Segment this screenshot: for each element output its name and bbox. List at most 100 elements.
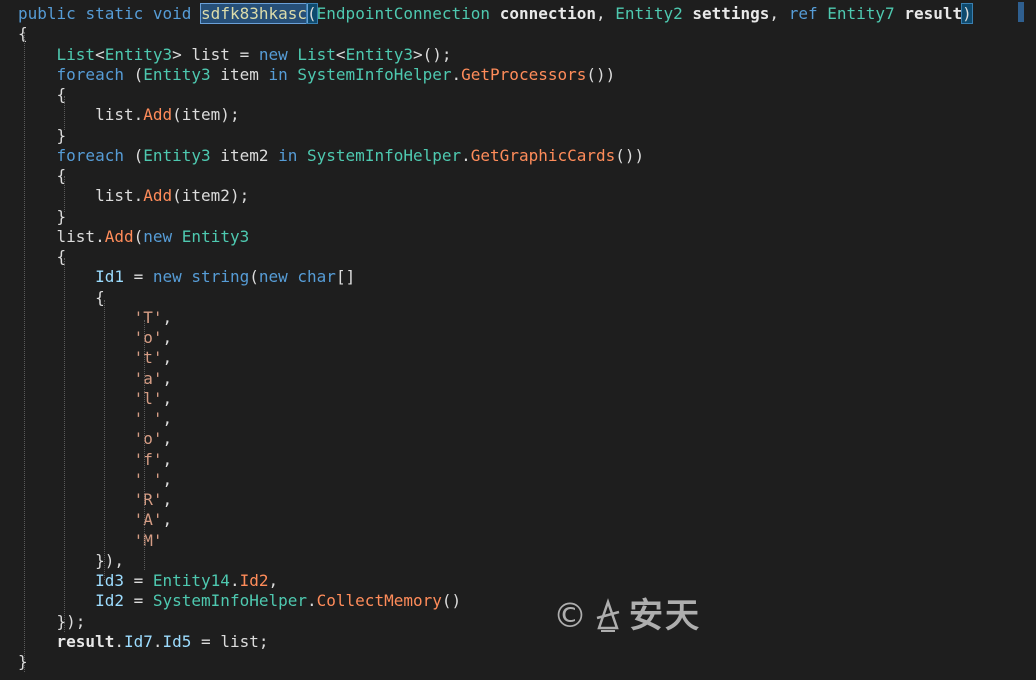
code-line[interactable]: 'A', (18, 509, 173, 531)
code-token: Entity3 (104, 44, 173, 64)
code-token: . (114, 631, 124, 651)
code-token: Entity2 (615, 4, 683, 23)
code-token: = (123, 571, 153, 590)
code-line[interactable]: } (18, 651, 28, 673)
code-token: 'l' (133, 388, 163, 408)
code-token: , (162, 307, 173, 327)
code-token: , (162, 510, 173, 530)
code-token: }), (18, 550, 124, 570)
code-line[interactable]: ' ', (18, 469, 173, 491)
code-line[interactable]: 'a', (18, 368, 173, 390)
code-token: . (307, 591, 317, 611)
antiy-watermark: © 安天 (553, 598, 701, 634)
code-token: SystemInfoHelper (307, 145, 462, 165)
code-line[interactable]: ' ', (18, 408, 173, 430)
code-token: ( (123, 145, 144, 165)
code-token: SystemInfoHelper (297, 64, 452, 84)
code-token: new (143, 226, 173, 246)
code-token: list. (18, 226, 105, 246)
code-token: < (335, 44, 346, 64)
indent-guide (24, 32, 25, 672)
code-line[interactable]: public static void sdfk83hkasc(EndpointC… (18, 3, 973, 25)
code-line[interactable]: result.Id7.Id5 = list; (18, 631, 269, 653)
code-token: 'a' (133, 368, 163, 388)
code-line[interactable]: foreach (Entity3 item2 in SystemInfoHelp… (18, 145, 645, 167)
code-token: Entity7 (827, 4, 895, 23)
code-token: > list = (172, 44, 259, 64)
code-token: Id2 (239, 571, 269, 590)
code-line[interactable]: } (18, 206, 67, 228)
code-token: } (18, 125, 67, 145)
code-line[interactable]: 'R', (18, 489, 173, 511)
code-line[interactable]: 'l', (18, 388, 173, 410)
code-token: ()) (615, 145, 645, 165)
code-editor[interactable]: public static void sdfk83hkasc(EndpointC… (0, 0, 1036, 680)
scrollbar-marker[interactable] (1018, 2, 1024, 22)
code-token: , (596, 4, 616, 23)
code-line[interactable]: 'M' (18, 530, 163, 552)
code-token: ' ' (133, 469, 163, 489)
code-line[interactable]: list.Add(item2); (18, 185, 249, 207)
code-token: , (162, 368, 173, 388)
code-line[interactable]: { (18, 23, 28, 45)
code-line[interactable]: 'f', (18, 449, 173, 471)
code-token: in (268, 64, 288, 84)
code-line[interactable]: List<Entity3> list = new List<Entity3>()… (18, 44, 452, 66)
code-token: GetGraphicCards (470, 145, 616, 165)
code-line[interactable]: Id2 = SystemInfoHelper.CollectMemory() (18, 590, 461, 612)
code-line[interactable]: { (18, 84, 67, 106)
code-token: Entity3 (345, 44, 413, 64)
code-token: CollectMemory (316, 591, 442, 611)
code-line[interactable]: }); (18, 611, 86, 633)
indent-guide (64, 176, 65, 212)
code-token: list. (18, 105, 144, 125)
code-token: = (123, 591, 153, 611)
code-token: ref (788, 4, 818, 23)
code-line[interactable]: 'o', (18, 327, 173, 349)
code-line[interactable]: 'T', (18, 307, 173, 329)
code-token: >(); (413, 44, 452, 64)
code-line[interactable]: 't', (18, 347, 173, 369)
code-token: static (85, 4, 144, 23)
code-token: Entity3 (143, 64, 211, 84)
code-token: . (451, 64, 462, 84)
code-line[interactable]: } (18, 125, 67, 147)
code-token: , (162, 490, 173, 509)
code-token: , (162, 409, 173, 428)
code-token: Entity14 (152, 571, 230, 590)
code-line[interactable]: { (18, 165, 67, 187)
code-line[interactable]: Id1 = new string(new char[] (18, 266, 355, 288)
code-token: string (191, 267, 250, 287)
code-token: , (268, 571, 279, 590)
code-token: ( (133, 226, 144, 246)
code-token: new (258, 267, 288, 287)
code-token: , (162, 469, 173, 489)
code-token: , (162, 388, 173, 408)
code-line[interactable]: { (18, 246, 67, 268)
code-line[interactable]: { (18, 287, 105, 309)
code-token: { (18, 85, 67, 104)
code-line[interactable]: Id3 = Entity14.Id2, (18, 570, 278, 592)
code-line[interactable]: }), (18, 550, 124, 572)
code-token: { (18, 287, 105, 307)
code-line[interactable]: list.Add(item); (18, 104, 240, 126)
code-token: Id1 (95, 267, 124, 287)
code-line[interactable]: list.Add(new Entity3 (18, 226, 250, 248)
code-line[interactable]: foreach (Entity3 item in SystemInfoHelpe… (18, 64, 616, 86)
code-line[interactable]: 'o', (18, 428, 173, 450)
code-token: 'o' (133, 328, 163, 347)
code-token: (item); (172, 105, 240, 125)
